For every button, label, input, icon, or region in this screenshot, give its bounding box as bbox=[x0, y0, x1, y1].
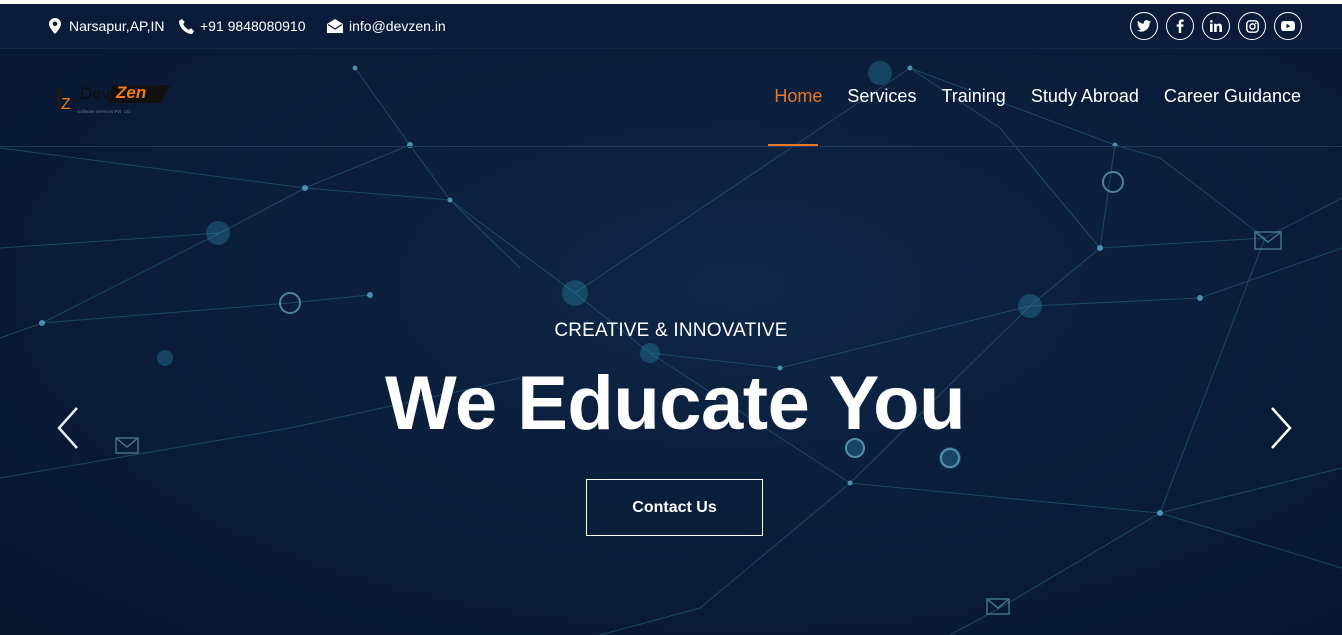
header-divider bbox=[0, 146, 1342, 147]
location-info: Narsapur,AP,IN bbox=[47, 4, 164, 48]
email-info[interactable]: info@devzen.in bbox=[327, 4, 446, 48]
envelope-open-icon bbox=[327, 18, 343, 34]
chevron-right-icon[interactable] bbox=[1268, 406, 1294, 450]
phone-text: +91 9848080910 bbox=[200, 18, 306, 34]
hero-headline: We Educate You bbox=[384, 361, 966, 446]
social-links bbox=[1130, 12, 1302, 40]
phone-info[interactable]: +91 9848080910 bbox=[178, 4, 306, 48]
svg-text:Z: Z bbox=[61, 96, 71, 113]
phone-icon bbox=[178, 18, 194, 34]
nav-home[interactable]: Home bbox=[774, 86, 822, 107]
top-bar: Narsapur,AP,IN +91 9848080910 info@devze… bbox=[0, 4, 1342, 49]
nav-study-abroad[interactable]: Study Abroad bbox=[1031, 86, 1139, 107]
page: Narsapur,AP,IN +91 9848080910 info@devze… bbox=[0, 0, 1342, 635]
email-text: info@devzen.in bbox=[349, 18, 446, 34]
map-pin-icon bbox=[47, 18, 63, 34]
linkedin-icon[interactable] bbox=[1202, 12, 1230, 40]
main-nav: Home Services Training Study Abroad Care… bbox=[774, 86, 1301, 107]
youtube-icon[interactable] bbox=[1274, 12, 1302, 40]
location-text: Narsapur,AP,IN bbox=[69, 18, 165, 34]
logo-zen-text: Zen bbox=[116, 83, 147, 102]
instagram-icon[interactable] bbox=[1238, 12, 1266, 40]
logo-dev-text: Dev bbox=[80, 84, 111, 103]
hero-subtitle: CREATIVE & INNOVATIVE bbox=[554, 320, 788, 341]
contact-us-button[interactable]: Contact Us bbox=[586, 479, 763, 536]
logo-mark: Z Software Services Pvt. Ltd. bbox=[57, 85, 170, 114]
nav-career-guidance[interactable]: Career Guidance bbox=[1164, 86, 1301, 107]
chevron-left-icon[interactable] bbox=[55, 406, 81, 450]
twitter-icon[interactable] bbox=[1130, 12, 1158, 40]
svg-text:Software Services Pvt. Ltd.: Software Services Pvt. Ltd. bbox=[77, 109, 131, 114]
facebook-icon[interactable] bbox=[1166, 12, 1194, 40]
nav-services[interactable]: Services bbox=[847, 86, 916, 107]
nav-training[interactable]: Training bbox=[941, 86, 1005, 107]
